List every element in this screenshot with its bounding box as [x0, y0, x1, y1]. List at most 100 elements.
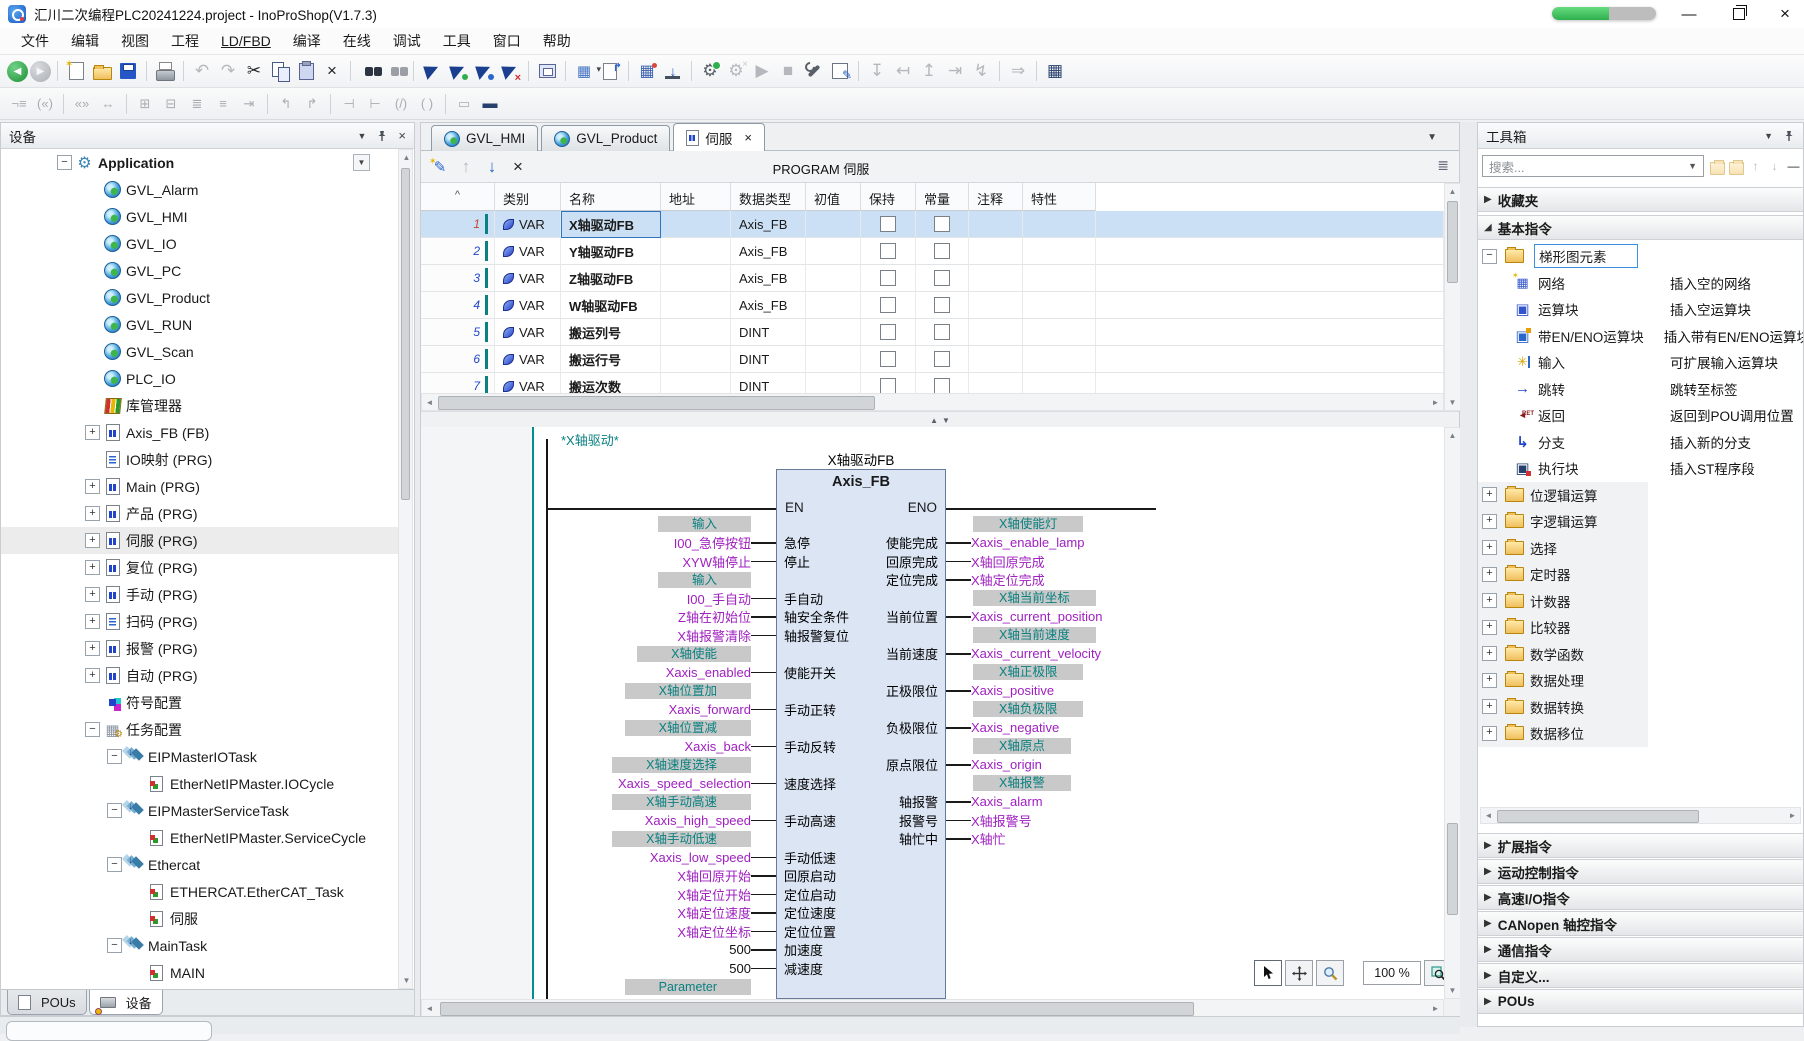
tree-item[interactable]: 符号配置 ▼	[1, 689, 398, 716]
login-button[interactable]	[698, 59, 722, 83]
fbd-operand-line[interactable]: X轴正极限 X轴正极限	[946, 663, 1436, 682]
expand-toggle-icon[interactable]	[85, 479, 100, 494]
menu-item[interactable]: 工具	[432, 27, 482, 55]
expand-toggle-icon[interactable]	[1482, 593, 1497, 608]
expand-toggle-icon[interactable]	[1482, 249, 1497, 264]
variable-row[interactable]: 5 VAR 搬运列号 DINT	[421, 319, 1444, 346]
tree-item[interactable]: 伺服 ▼	[1, 905, 398, 932]
tree-item[interactable]: 库管理器 ▼	[1, 392, 398, 419]
expand-toggle-icon[interactable]	[1482, 540, 1497, 555]
variable-row[interactable]: 6 VAR 搬运行号 DINT	[421, 346, 1444, 373]
toolbox-folder-button[interactable]	[1710, 154, 1725, 178]
fbd-operand-line[interactable]: Xaxis_current_velocity Xaxis_current_vel…	[946, 645, 1436, 664]
move-down-button[interactable]: ↓	[480, 155, 504, 179]
tree-item[interactable]: ETHERCAT.EtherCAT_Task ▼	[1, 878, 398, 905]
expand-toggle-icon[interactable]	[1482, 726, 1497, 741]
ld-contact-right-button[interactable]: ⊢	[363, 92, 387, 116]
download-button[interactable]	[661, 59, 685, 83]
logout-button[interactable]	[724, 59, 748, 83]
open-file-button[interactable]	[90, 59, 114, 83]
tree-item[interactable]: EtherNetIPMaster.IOCycle ▼	[1, 770, 398, 797]
separator[interactable]	[146, 61, 147, 81]
toolbox-section[interactable]: ▶运动控制指令	[1478, 859, 1803, 884]
retain-checkbox[interactable]	[880, 378, 896, 393]
separator[interactable]	[413, 61, 414, 81]
expand-toggle-icon[interactable]	[85, 614, 100, 629]
fbd-operand-line[interactable]: Xaxis_positive Xaxis_positive	[946, 682, 1436, 701]
fbd-operand-line[interactable]: X轴定位速度 X轴定位速度	[421, 904, 776, 923]
constant-checkbox[interactable]	[934, 351, 950, 367]
tree-item[interactable]: Application ▼	[1, 149, 398, 176]
separator[interactable]	[858, 61, 859, 81]
expand-toggle-icon[interactable]	[85, 506, 100, 521]
document-tab[interactable]: 伺服 ×	[673, 123, 765, 151]
fbd-operand-line[interactable]: X轴位置减 X轴位置减	[421, 719, 776, 738]
ld-insert-network-button[interactable]: ¬≡	[7, 92, 31, 116]
find-button[interactable]	[357, 59, 381, 83]
separator[interactable]	[1036, 61, 1037, 81]
fbd-operand-line[interactable]: X轴报警清除 X轴报警清除	[421, 626, 776, 645]
fbd-operand-line[interactable]: Xaxis_origin Xaxis_origin	[946, 756, 1436, 775]
fbd-operand-line[interactable]: Xaxis_enabled Xaxis_enabled	[421, 663, 776, 682]
tree-item[interactable]: PLC_IO ▼	[1, 365, 398, 392]
nav-forward-button[interactable]: ▶	[30, 61, 51, 82]
fbd-operand-line[interactable]: Xaxis_alarm Xaxis_alarm	[946, 793, 1436, 812]
fbd-operand-line[interactable]: Xaxis_back Xaxis_back	[421, 737, 776, 756]
ld-box-button[interactable]: ▭	[452, 92, 476, 116]
fbd-operand-line[interactable]: X轴负极限 X轴负极限	[946, 700, 1436, 719]
ld-indent-1-button[interactable]: ⊞	[133, 92, 157, 116]
menu-item[interactable]: LD/FBD	[210, 29, 282, 53]
expand-toggle-icon[interactable]	[1482, 673, 1497, 688]
new-file-button[interactable]	[64, 59, 88, 83]
toolbox-folder[interactable]: 位逻辑运算	[1478, 482, 1803, 509]
menu-item[interactable]: 在线	[332, 27, 382, 55]
separator[interactable]	[126, 94, 127, 114]
table-v-scrollbar[interactable]: ▲ ▼	[1444, 183, 1461, 411]
tree-item[interactable]: GVL_IO ▼	[1, 230, 398, 257]
tree-item[interactable]: GVL_Scan ▼	[1, 338, 398, 365]
minimize-button[interactable]: —	[1666, 0, 1712, 28]
separator[interactable]	[628, 61, 629, 81]
fbd-v-scrollbar[interactable]: ▲ ▼	[1444, 427, 1461, 999]
fbd-h-scrollbar[interactable]: ◄ ►	[421, 999, 1444, 1017]
close-button[interactable]: ×	[1762, 0, 1804, 28]
fbd-operand-line[interactable]: X轴手动高速 X轴手动高速	[421, 793, 776, 812]
fbd-operand-line[interactable]: X轴位置加 X轴位置加	[421, 682, 776, 701]
ld-indent-4-button[interactable]: ≡	[211, 92, 235, 116]
redo-button[interactable]: ↷	[216, 59, 240, 83]
column-header[interactable]: 数据类型	[731, 183, 806, 211]
tab-close-button[interactable]: ×	[744, 130, 752, 145]
fbd-operand-line[interactable]: X轴使能 X轴使能	[421, 645, 776, 664]
compile-button[interactable]	[420, 59, 444, 83]
compile-rebuild-button[interactable]	[446, 59, 470, 83]
column-header[interactable]: 初值	[806, 183, 861, 211]
menu-item[interactable]: 编译	[282, 27, 332, 55]
document-tab[interactable]: GVL_Product ×	[541, 125, 670, 151]
toolbox-section[interactable]: ▶扩展指令	[1478, 833, 1803, 858]
toolbox-section[interactable]: ▶高速I/O指令	[1478, 885, 1803, 910]
constant-checkbox[interactable]	[934, 378, 950, 393]
insert-variable-button[interactable]: ✎	[428, 155, 452, 179]
collapse-all-icon[interactable]: ^	[421, 183, 495, 211]
retain-checkbox[interactable]	[880, 270, 896, 286]
separator[interactable]	[528, 61, 529, 81]
move-up-button[interactable]: ↑	[454, 155, 478, 179]
ld-insert-comment-button[interactable]: («)	[33, 92, 57, 116]
toolbox-folder[interactable]: 选择	[1478, 535, 1803, 562]
toolbox-section[interactable]: ▶自定义...	[1478, 963, 1803, 988]
toolbox-folder[interactable]: 比较器	[1478, 614, 1803, 641]
tree-item[interactable]: 伺服 (PRG) ▼	[1, 527, 398, 554]
config-tools-button[interactable]	[802, 59, 826, 83]
fbd-operand-line[interactable]: X轴报警 X轴报警	[946, 774, 1436, 793]
run-to-cursor-button[interactable]: ⇥	[943, 59, 967, 83]
toolbox-item[interactable]: 跳转 跳转至标签	[1478, 376, 1803, 403]
fbd-operand-line[interactable]: Xaxis_low_speed Xaxis_low_speed	[421, 848, 776, 867]
menu-item[interactable]: 帮助	[532, 27, 582, 55]
variable-row[interactable]: 7 VAR 搬运次数 DINT	[421, 373, 1444, 393]
separator[interactable]	[445, 94, 446, 114]
fbd-operand-line[interactable]: X轴回原完成 X轴回原完成	[946, 552, 1436, 571]
fbd-operand-line[interactable]: X轴使能灯 X轴使能灯	[946, 515, 1436, 534]
zoom-fit-button[interactable]	[1424, 960, 1444, 986]
toolbox-item[interactable]: 执行块 插入ST程序段	[1478, 455, 1803, 482]
column-header[interactable]: 地址	[661, 183, 731, 211]
